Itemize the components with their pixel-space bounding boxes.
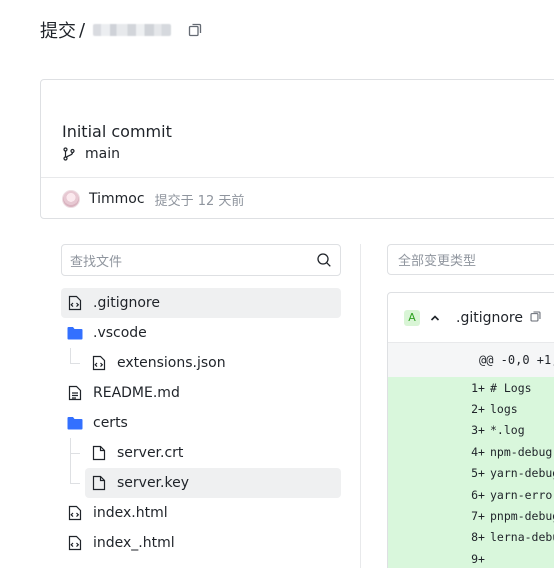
file-icon <box>91 445 107 461</box>
diff-line: 5 + yarn-debug <box>388 462 554 484</box>
search-icon[interactable] <box>316 252 332 268</box>
diff-sign: + <box>478 380 485 395</box>
line-number: 6 <box>471 487 478 502</box>
chevron-up-icon[interactable] <box>428 311 442 325</box>
diff-line: 3 + *.log <box>388 419 554 442</box>
author-name[interactable]: Timmoc <box>89 191 145 207</box>
diff-code: *.log <box>490 423 525 438</box>
folder-icon <box>67 415 83 431</box>
diff-sign: + <box>478 444 485 459</box>
file-name: index_.html <box>93 535 175 551</box>
diff-sign: + <box>478 509 485 524</box>
diff-code: # Logs <box>490 380 532 395</box>
file-name: .vscode <box>93 325 147 341</box>
copy-icon[interactable] <box>187 22 203 38</box>
commit-branch[interactable]: main <box>62 146 120 162</box>
tree-guide-line <box>70 348 71 363</box>
file-name: server.crt <box>117 445 184 461</box>
diff-sign: + <box>478 466 485 481</box>
diff-sign: + <box>478 402 485 417</box>
folder-item[interactable]: certs <box>61 408 341 438</box>
diff-line: 9 + <box>388 548 554 568</box>
diff-line: 8 + lerna-debu <box>388 526 554 549</box>
file-text-icon <box>67 385 83 401</box>
card-divider <box>41 177 554 178</box>
file-name: README.md <box>93 385 180 401</box>
diff-line: 2 + logs <box>388 398 554 420</box>
file-code-icon <box>91 355 107 371</box>
change-type-filter[interactable]: 全部变更类型 <box>387 244 554 275</box>
file-code-icon <box>67 295 83 311</box>
redacted-repo-name <box>93 24 172 36</box>
tree-guide-branch <box>70 483 80 484</box>
diff-sign: + <box>478 487 485 502</box>
file-icon <box>91 475 107 491</box>
commit-card: Initial commit main Timmoc 提交于 12 天前 <box>40 79 554 219</box>
tree-guide-line <box>70 438 71 483</box>
commit-time: 提交于 12 天前 <box>154 193 245 209</box>
branch-name: main <box>85 146 120 162</box>
file-name: .gitignore <box>93 295 160 311</box>
diff-hunk-header: @@ -0,0 +1,1 <box>388 343 554 377</box>
file-name: extensions.json <box>117 355 226 371</box>
line-number: 1 <box>471 380 478 395</box>
file-name: index.html <box>93 505 168 521</box>
line-number: 9 <box>471 551 478 566</box>
diff-code: logs <box>490 402 518 417</box>
file-code-icon <box>67 535 83 551</box>
diff-code: yarn-error <box>490 487 554 502</box>
line-number: 5 <box>471 466 478 481</box>
line-number: 3 <box>471 423 478 438</box>
diff-code: lerna-debu <box>490 530 554 545</box>
tree-guide-branch <box>70 363 80 364</box>
file-code-icon <box>67 505 83 521</box>
line-number: 4 <box>471 444 478 459</box>
commit-message: Initial commit <box>62 122 172 141</box>
diff-lines: 1 + # Logs 2 + logs 3 + *.log 4 + npm-debug 5 + y… <box>388 377 554 568</box>
file-item[interactable]: server.crt <box>85 438 341 468</box>
file-search-placeholder: 查找文件 <box>70 254 123 270</box>
folder-item[interactable]: .vscode <box>61 318 341 348</box>
diff-code: npm-debug <box>490 444 553 459</box>
branch-icon <box>63 147 75 161</box>
page-title-text: 提交 <box>40 21 76 42</box>
diff-line: 1 + # Logs <box>388 377 554 399</box>
file-item[interactable]: README.md <box>61 378 341 408</box>
avatar[interactable] <box>62 190 80 208</box>
file-search-input[interactable]: 查找文件 <box>61 244 341 276</box>
diff-header: A .gitignore <box>388 293 554 343</box>
copy-icon[interactable] <box>529 308 542 327</box>
diff-file-name: .gitignore <box>456 309 523 326</box>
panel-divider <box>360 244 361 568</box>
title-separator: / <box>79 19 86 41</box>
file-item[interactable]: server.key <box>85 468 341 498</box>
commit-author-row: Timmoc 提交于 12 天前 <box>62 188 244 210</box>
diff-line: 6 + yarn-error <box>388 483 554 506</box>
file-item[interactable]: index.html <box>61 498 341 528</box>
diff-code: yarn-debug <box>490 466 554 481</box>
line-number: 2 <box>471 402 478 417</box>
diff-line: 4 + npm-debug <box>388 441 554 463</box>
file-item[interactable]: index_.html <box>61 528 341 558</box>
added-badge: A <box>404 309 420 326</box>
diff-line: 7 + pnpm-debug <box>388 505 554 527</box>
diff-panel: A .gitignore @@ -0,0 +1,1 1+ # Logs2+ lo… <box>387 292 554 568</box>
line-number: 7 <box>471 509 478 524</box>
diff-sign: + <box>478 551 485 566</box>
diff-sign: + <box>478 530 485 545</box>
diff-sign: + <box>478 423 485 438</box>
file-item[interactable]: extensions.json <box>85 348 341 378</box>
file-name: server.key <box>117 475 189 491</box>
diff-code: pnpm-debug <box>490 509 554 524</box>
page-title: 提交 / <box>40 18 203 42</box>
file-item[interactable]: .gitignore <box>61 288 341 318</box>
tree-guide-branch <box>70 453 80 454</box>
folder-icon <box>67 325 83 341</box>
change-type-placeholder: 全部变更类型 <box>398 254 477 269</box>
file-name: certs <box>93 415 128 431</box>
file-tree: .gitignore .vscode extensions.json README.m… <box>61 288 341 558</box>
line-number: 8 <box>471 530 478 545</box>
